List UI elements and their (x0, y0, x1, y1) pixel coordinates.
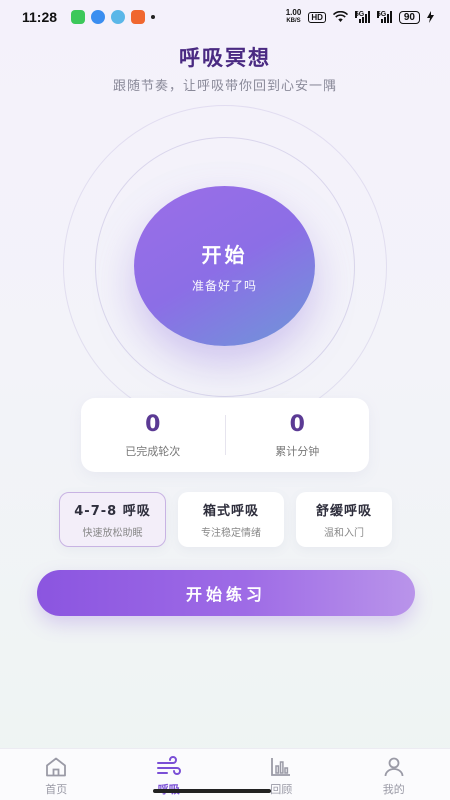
app-notification-icon (91, 10, 106, 24)
start-practice-button[interactable]: 开始练习 (37, 570, 415, 616)
stat-value: 0 (289, 411, 305, 437)
more-notifications-icon (151, 15, 156, 19)
network-speed-unit: KB/S (286, 18, 301, 24)
signal-label: 5G (376, 11, 387, 18)
app-notification-icon (111, 10, 126, 24)
orb-sub-label: 准备好了吗 (191, 278, 257, 293)
status-indicators: 1.00 KB/S HD 5G 5G 90 (286, 9, 434, 25)
status-time: 11:28 (22, 9, 58, 25)
mode-desc: 专注稳定情绪 (201, 528, 261, 539)
charging-icon (427, 11, 434, 23)
network-speed: 1.00 KB/S (286, 9, 302, 25)
mode-desc: 快速放松助眠 (82, 528, 143, 539)
network-speed-value: 1.00 (285, 8, 302, 17)
start-breathing-orb[interactable]: 开始 准备好了吗 (134, 186, 315, 346)
wind-icon (156, 756, 181, 775)
app-notification-icon (71, 10, 86, 24)
page-title: 呼吸冥想 (179, 46, 271, 70)
mode-selector: 4-7-8 呼吸 快速放松助眠 箱式呼吸 专注稳定情绪 舒缓呼吸 温和入门 (59, 492, 392, 547)
mode-name: 箱式呼吸 (202, 504, 259, 519)
mode-card-478[interactable]: 4-7-8 呼吸 快速放松助眠 (59, 492, 166, 547)
tab-label: 首页 (45, 783, 68, 796)
status-bar: 11:28 1.00 KB/S HD 5G 5G 90 (0, 0, 450, 34)
app-notification-icon (131, 10, 146, 24)
tab-label: 回顾 (270, 783, 293, 796)
home-indicator (153, 789, 271, 793)
tab-home[interactable]: 首页 (0, 749, 113, 800)
start-practice-label: 开始练习 (185, 585, 266, 604)
hd-badge: HD (308, 11, 326, 23)
stats-card: 0 已完成轮次 0 累计分钟 (81, 398, 369, 472)
stat-total-minutes: 0 累计分钟 (226, 412, 370, 459)
stat-label: 累计分钟 (275, 444, 320, 458)
mode-desc: 温和入门 (324, 528, 364, 539)
stat-value: 0 (145, 411, 161, 437)
stat-label: 已完成轮次 (125, 444, 181, 458)
tab-label: 我的 (382, 783, 405, 796)
page-subtitle: 跟随节奏，让呼吸带你回到心安一隅 (112, 79, 337, 94)
mode-name: 舒缓呼吸 (315, 504, 372, 519)
mode-card-box[interactable]: 箱式呼吸 专注稳定情绪 (178, 492, 284, 547)
signal-icon: 5G (354, 11, 370, 23)
wifi-icon (332, 11, 348, 22)
signal-label: 5G (354, 11, 365, 18)
stat-completed-rounds: 0 已完成轮次 (81, 412, 225, 459)
mode-name: 4-7-8 呼吸 (74, 504, 151, 519)
orb-label: 开始 (201, 242, 248, 267)
user-icon (384, 757, 404, 777)
mode-card-gentle[interactable]: 舒缓呼吸 温和入门 (296, 492, 392, 547)
home-icon (46, 757, 67, 777)
chart-icon (271, 758, 291, 776)
notification-icons (71, 10, 156, 24)
signal-icon: 5G (376, 11, 392, 23)
tab-profile[interactable]: 我的 (338, 749, 450, 800)
battery-indicator: 90 (398, 10, 420, 24)
